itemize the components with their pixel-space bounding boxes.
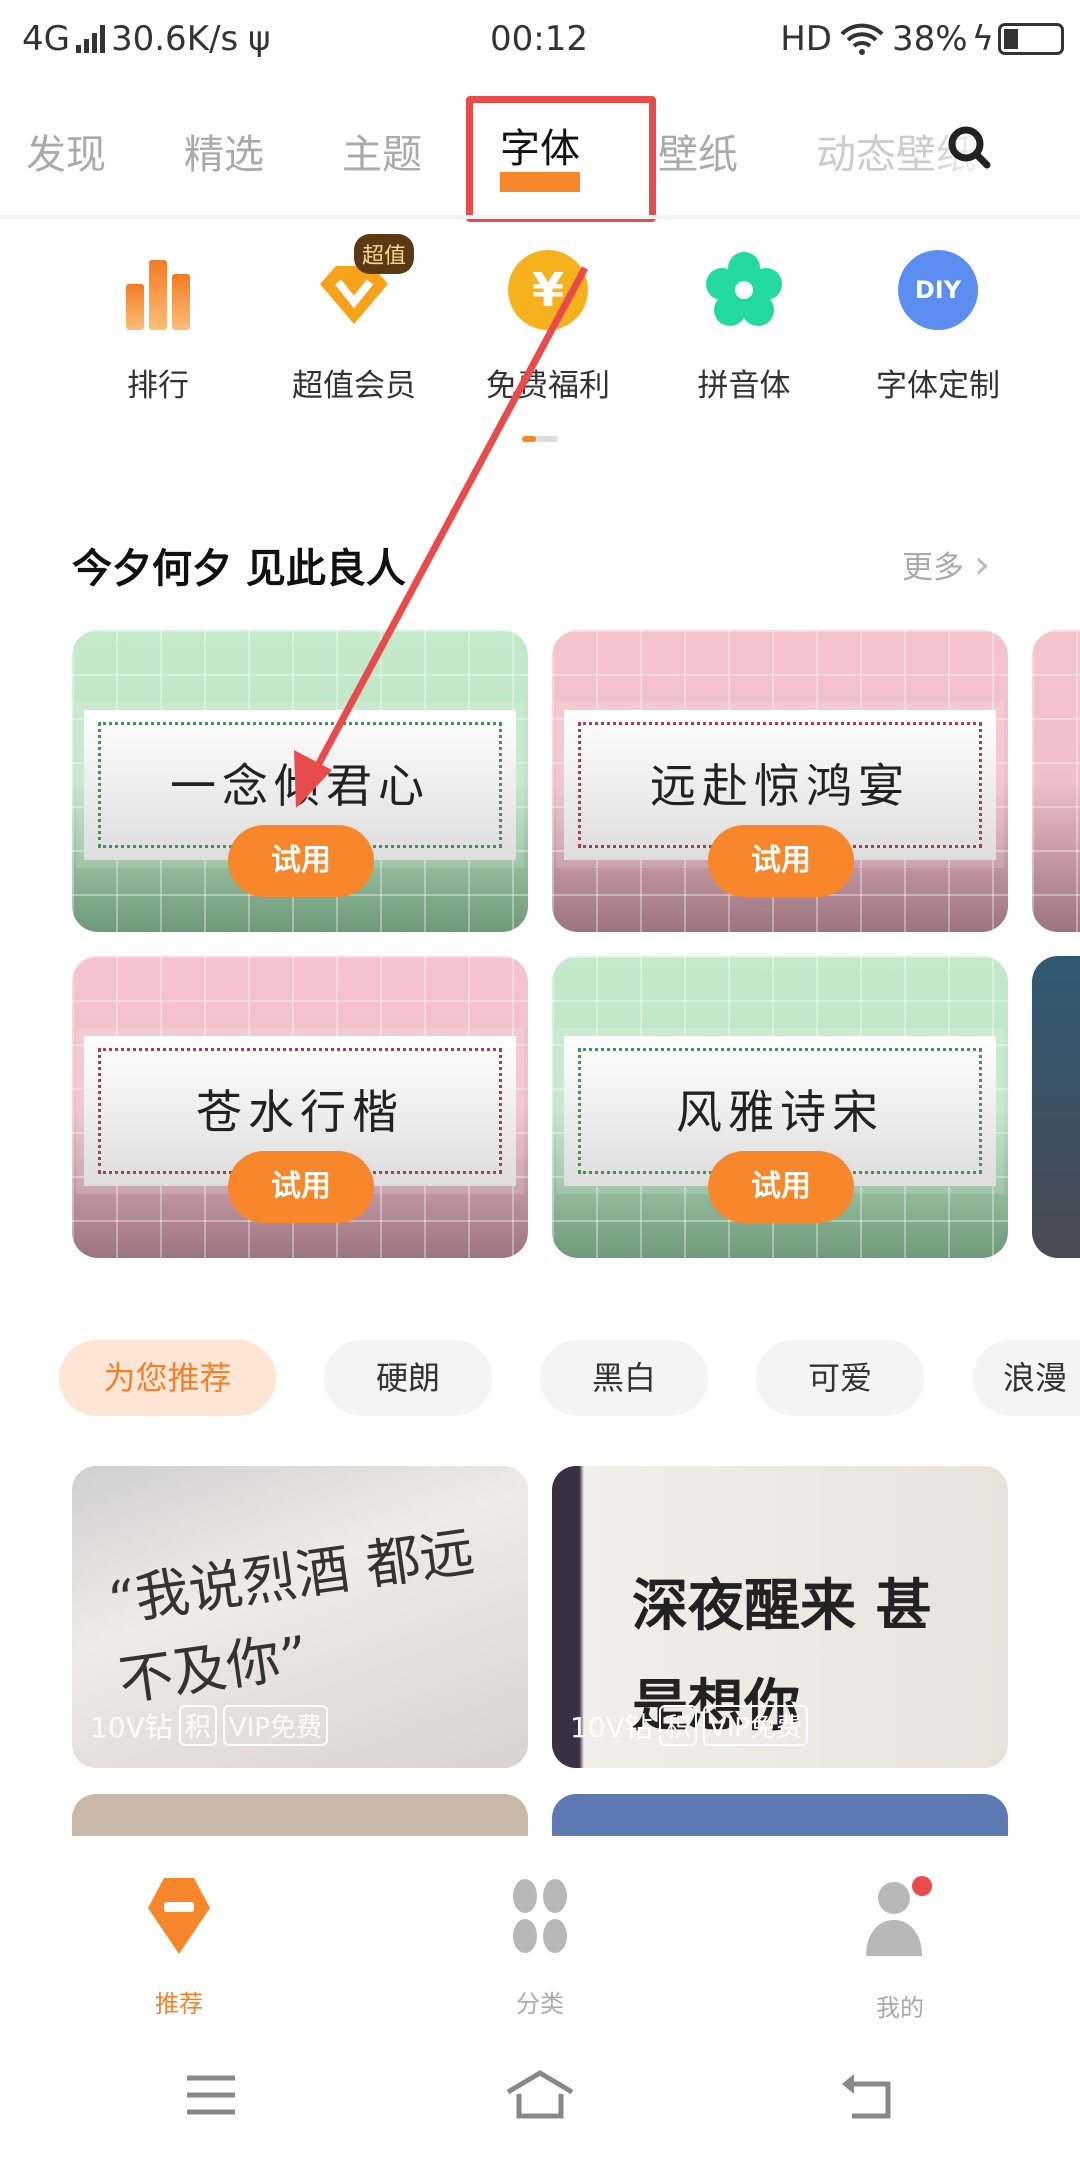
page-indicator [522,436,558,442]
network-type: 4G [22,19,70,59]
font-card-partial[interactable] [1032,956,1080,1258]
font-card-partial[interactable] [1032,630,1080,932]
try-button[interactable]: 试用 [228,825,374,897]
try-button[interactable]: 试用 [708,825,854,897]
category-icon [513,1879,567,1953]
more-label: 更多 [902,550,964,586]
chip-cute[interactable]: 可爱 [756,1340,924,1416]
annotation-highlight-box [466,96,656,222]
nav-category[interactable]: 分类 [460,1876,620,2019]
font-sample: 苍水行楷 [196,1085,404,1139]
price-badge: 10V钻积 VIP免费 [570,1705,808,1746]
font-sample: 风雅诗宋 [676,1085,884,1139]
tab-featured[interactable]: 精选 [184,122,264,180]
network-speed: 30.6K/s [110,19,239,59]
try-button[interactable]: 试用 [228,1151,374,1223]
search-icon[interactable] [946,124,992,170]
tab-wallpaper[interactable]: 壁纸 [658,122,738,180]
font-card[interactable]: 苍水行楷 试用 [72,956,528,1258]
back-icon[interactable] [840,2070,896,2120]
font-preview-card[interactable]: “我说烈酒 都远不及你” 10V钻积 VIP免费 [72,1466,528,1768]
more-link[interactable]: 更多 › [902,542,990,588]
battery-percent: 38% [891,19,968,59]
clock: 00:12 [490,19,588,59]
recommend-icon [148,1878,210,1954]
section-title: 今夕何夕 见此良人 [72,546,406,592]
menu-icon[interactable] [185,2074,237,2116]
signal-icon [75,25,105,53]
try-button[interactable]: 试用 [708,1151,854,1223]
font-sample: 远赴惊鸿宴 [650,759,910,813]
font-card[interactable]: 远赴惊鸿宴 试用 [552,630,1008,932]
yen-coin-icon: ¥ [508,250,588,330]
nav-recommend[interactable]: 推荐 [99,1876,259,2019]
diy-icon: DIY [898,250,978,330]
flower-icon [704,250,784,330]
battery-icon [998,23,1064,55]
chevron-right-icon: › [974,542,990,588]
chip-black-white[interactable]: 黑白 [540,1340,708,1416]
system-nav [0,2030,1080,2160]
font-card[interactable]: 风雅诗宋 试用 [552,956,1008,1258]
status-left: 4G 30.6K/s ψ [22,14,271,64]
user-icon [866,1876,932,1956]
value-badge: 超值 [354,234,415,274]
entry-ranking[interactable]: 排行 [68,250,248,405]
entry-font-custom[interactable]: DIY 字体定制 [848,250,1028,405]
nav-mine[interactable]: 我的 [820,1876,980,2023]
status-right: HD 38% ϟ [780,14,1064,64]
font-card[interactable]: 一念倾君心 试用 [72,630,528,932]
price-badge: 10V钻积 VIP免费 [90,1705,328,1746]
chip-bold[interactable]: 硬朗 [324,1340,492,1416]
usb-icon: ψ [248,19,271,59]
chip-recommended[interactable]: 为您推荐 [59,1340,276,1416]
chip-romantic[interactable]: 浪漫 [973,1340,1080,1416]
tab-discover[interactable]: 发现 [26,122,106,180]
tab-themes[interactable]: 主题 [342,122,422,180]
wifi-icon [840,23,884,55]
charging-icon: ϟ [971,19,994,59]
bottom-nav: 推荐 分类 我的 [0,1836,1080,2026]
preview-image-text: “我说烈酒 都远不及你” [103,1519,478,1713]
entry-pinyin-font[interactable]: 拼音体 [654,250,834,405]
entry-free-benefits[interactable]: ¥ 免费福利 [458,250,638,405]
hd-indicator: HD [780,19,832,59]
vip-icon: 超值 [314,234,415,330]
bar-chart-icon [118,250,198,330]
font-preview-card[interactable]: 深夜醒来 甚是想你 10V钻积 VIP免费 [552,1466,1008,1768]
font-sample: 一念倾君心 [170,759,430,813]
entry-vip[interactable]: 超值 超值会员 [264,234,444,405]
home-icon[interactable] [505,2070,575,2120]
divider [0,215,1080,219]
